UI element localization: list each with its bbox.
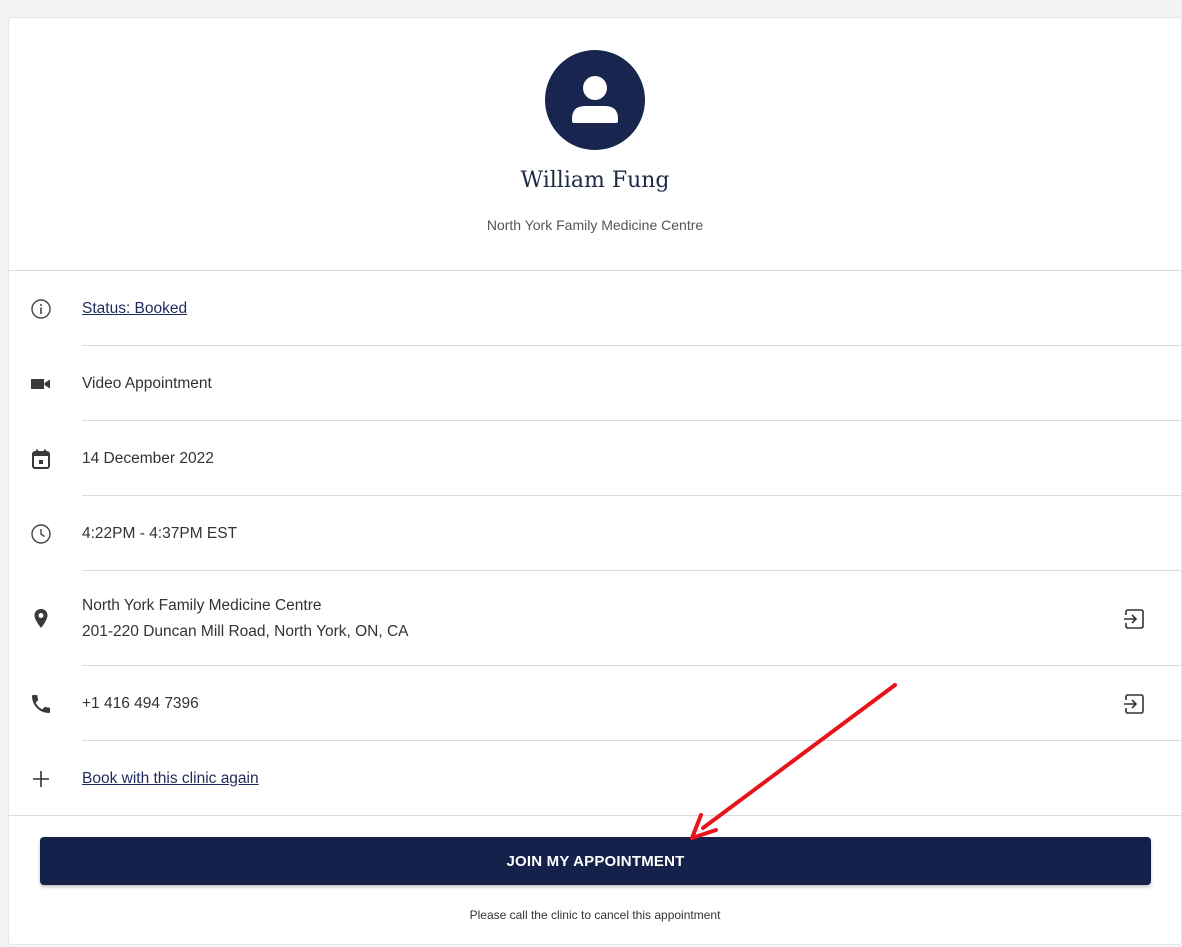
location-text: North York Family Medicine Centre 201-22… [82, 593, 409, 645]
open-external-icon[interactable] [1122, 692, 1146, 716]
date-row: 14 December 2022 [9, 421, 1181, 496]
location-row: North York Family Medicine Centre 201-22… [9, 571, 1181, 666]
time-row: 4:22PM - 4:37PM EST [9, 496, 1181, 571]
appointment-date: 14 December 2022 [82, 449, 214, 467]
info-icon [31, 298, 51, 319]
open-external-icon[interactable] [1122, 607, 1146, 631]
phone-icon [32, 694, 50, 713]
clock-icon [31, 523, 51, 544]
provider-name: William Fung [520, 168, 670, 193]
book-again-row: Book with this clinic again [9, 741, 1181, 816]
appointment-card: William Fung North York Family Medicine … [8, 17, 1182, 945]
appointment-type: Video Appointment [82, 374, 212, 392]
appointment-time: 4:22PM - 4:37PM EST [82, 524, 238, 542]
status-link[interactable]: Status: Booked [82, 297, 187, 321]
status-row: Status: Booked [9, 271, 1181, 346]
cancel-note: Please call the clinic to cancel this ap… [469, 908, 721, 922]
provider-header: William Fung North York Family Medicine … [9, 18, 1181, 271]
book-again-link[interactable]: Book with this clinic again [82, 767, 259, 791]
phone-row: +1 416 494 7396 [9, 666, 1181, 741]
plus-icon [33, 770, 49, 787]
clinic-name: North York Family Medicine Centre [486, 217, 704, 233]
calendar-icon [32, 449, 50, 469]
clinic-phone: +1 416 494 7396 [82, 694, 199, 712]
join-appointment-button[interactable]: JOIN MY APPOINTMENT [40, 837, 1151, 885]
video-camera-icon [31, 378, 50, 389]
appointment-type-row: Video Appointment [9, 346, 1181, 421]
user-icon [572, 76, 618, 123]
location-clinic-name: North York Family Medicine Centre [82, 596, 322, 614]
footer-divider [9, 815, 1181, 816]
avatar [545, 50, 645, 150]
map-pin-icon [34, 608, 48, 628]
location-address: 201-220 Duncan Mill Road, North York, ON… [82, 622, 409, 640]
